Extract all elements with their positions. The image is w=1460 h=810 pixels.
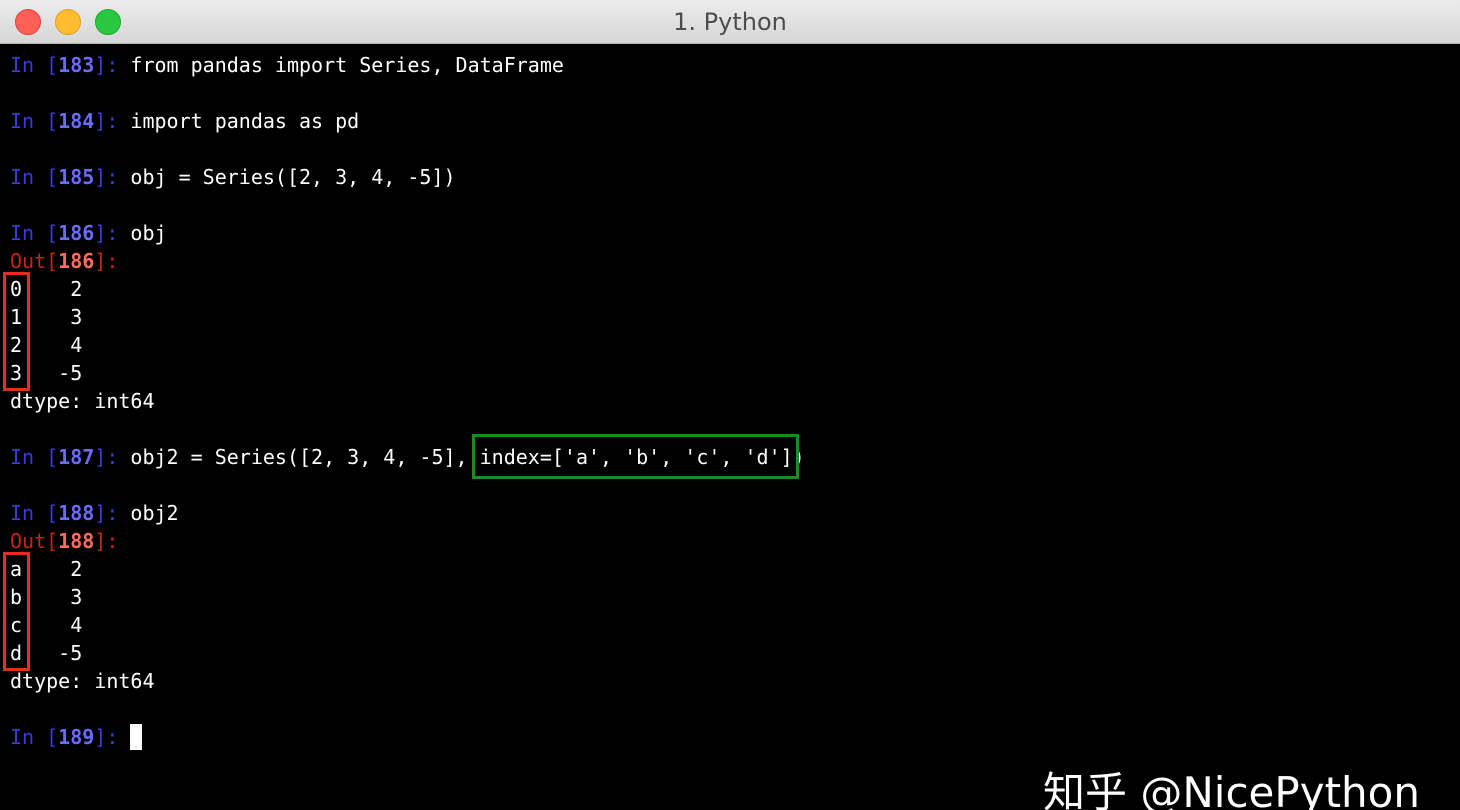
input-line: In [188]: obj2 xyxy=(10,499,179,527)
text-cursor xyxy=(130,724,142,750)
window-title: 1. Python xyxy=(673,8,787,36)
in-prompt-close: ]: xyxy=(94,501,131,525)
in-prompt-number: 189 xyxy=(58,725,95,749)
in-prompt-number: 184 xyxy=(58,109,95,133)
out-prompt: Out[ xyxy=(10,249,59,273)
in-prompt: In [ xyxy=(10,501,59,525)
in-prompt-number: 185 xyxy=(58,165,95,189)
output-prompt-line: Out[188]: xyxy=(10,527,118,555)
in-prompt-number: 188 xyxy=(58,501,95,525)
out-prompt-close: ]: xyxy=(94,249,119,273)
index-highlight-box xyxy=(3,272,30,391)
in-prompt-close: ]: xyxy=(94,165,131,189)
input-line: In [184]: import pandas as pd xyxy=(10,107,359,135)
input-line: In [189]: xyxy=(10,723,130,751)
in-prompt-close: ]: xyxy=(94,445,131,469)
code-text: from pandas import Series, DataFrame xyxy=(130,53,564,77)
code-text: obj xyxy=(130,221,167,245)
title-bar: 1. Python xyxy=(0,0,1460,44)
input-line: In [185]: obj = Series([2, 3, 4, -5]) xyxy=(10,163,456,191)
code-text: obj2 xyxy=(130,501,179,525)
input-line: In [186]: obj xyxy=(10,219,167,247)
out-prompt-number: 186 xyxy=(58,249,95,273)
out-prompt-number: 188 xyxy=(58,529,95,553)
in-prompt: In [ xyxy=(10,109,59,133)
in-prompt-number: 183 xyxy=(58,53,95,77)
in-prompt: In [ xyxy=(10,221,59,245)
index-arg-highlight-box xyxy=(472,434,799,479)
in-prompt-close: ]: xyxy=(94,221,131,245)
out-prompt: Out[ xyxy=(10,529,59,553)
in-prompt-close: ]: xyxy=(94,725,131,749)
out-prompt-close: ]: xyxy=(94,529,119,553)
terminal-content[interactable]: In [183]: from pandas import Series, Dat… xyxy=(0,45,1460,810)
index-highlight-box xyxy=(3,552,30,671)
in-prompt: In [ xyxy=(10,53,59,77)
watermark: 知乎 @NicePython xyxy=(1043,768,1420,810)
terminal-window: 1. Python In [183]: from pandas import S… xyxy=(0,0,1460,810)
in-prompt-number: 187 xyxy=(58,445,95,469)
output-prompt-line: Out[186]: xyxy=(10,247,118,275)
in-prompt: In [ xyxy=(10,445,59,469)
dtype-line: dtype: int64 xyxy=(10,389,155,413)
in-prompt: In [ xyxy=(10,725,59,749)
in-prompt: In [ xyxy=(10,165,59,189)
in-prompt-close: ]: xyxy=(94,53,131,77)
in-prompt-number: 186 xyxy=(58,221,95,245)
input-line: In [183]: from pandas import Series, Dat… xyxy=(10,51,564,79)
code-text: obj = Series([2, 3, 4, -5]) xyxy=(130,165,456,189)
dtype-line: dtype: int64 xyxy=(10,669,155,693)
code-text: import pandas as pd xyxy=(130,109,360,133)
in-prompt-close: ]: xyxy=(94,109,131,133)
